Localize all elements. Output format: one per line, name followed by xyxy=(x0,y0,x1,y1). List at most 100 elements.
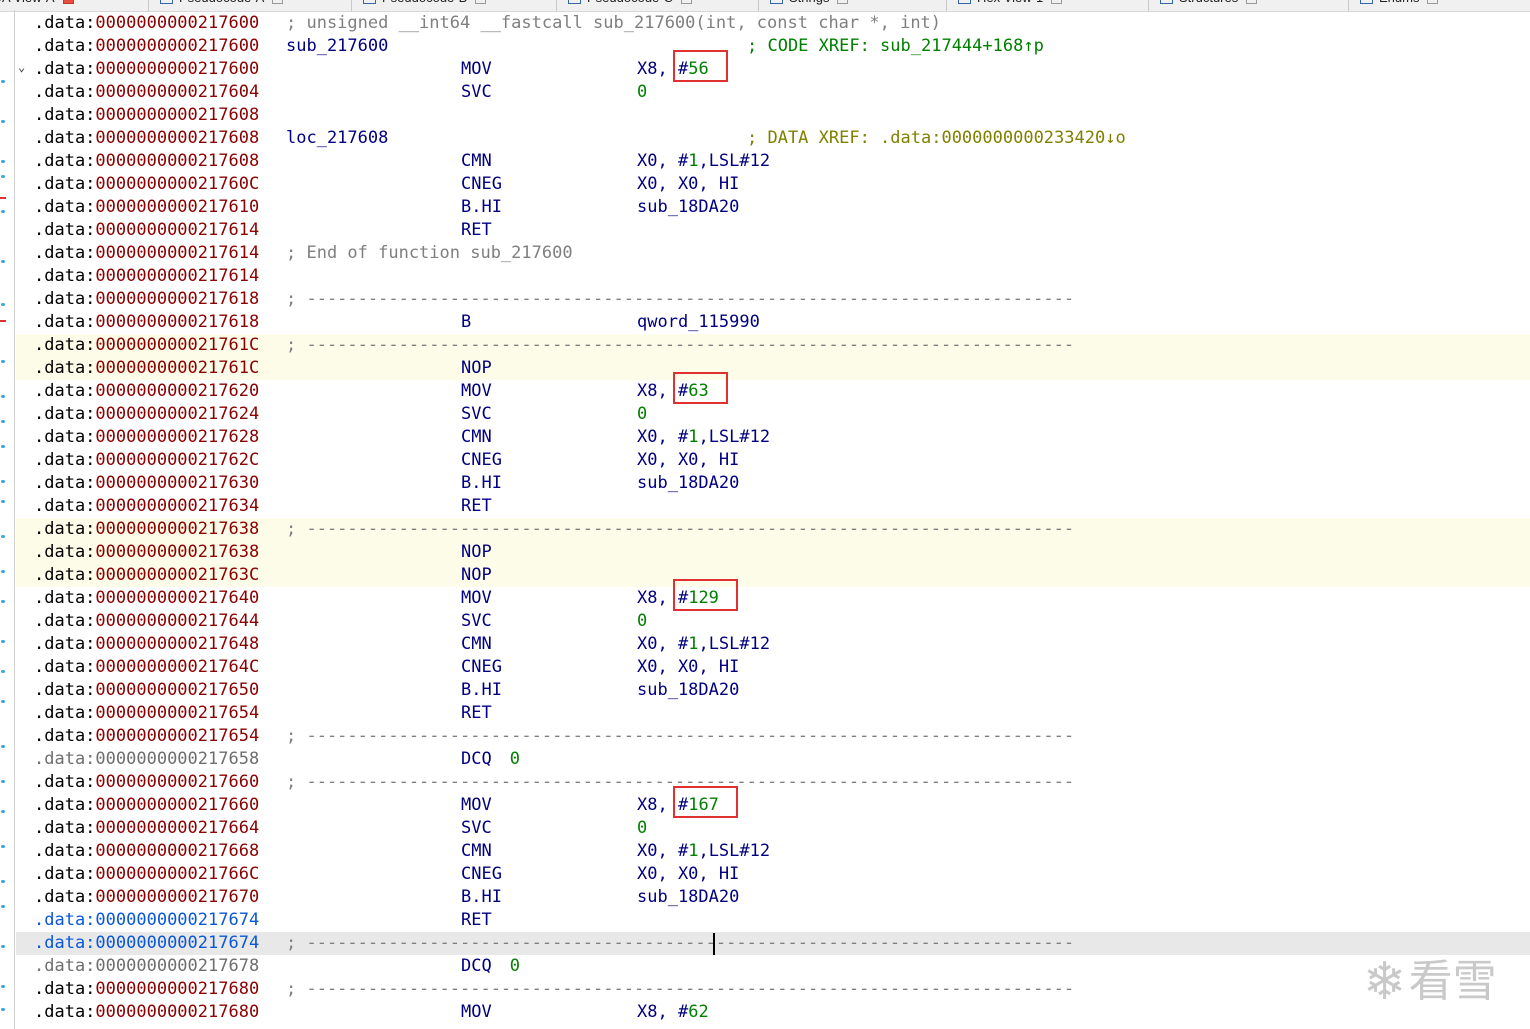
listing-row[interactable]: .data:0000000000217678 DCQ 0 xyxy=(16,955,1530,978)
flow-marker[interactable] xyxy=(1,420,5,423)
code-label[interactable]: loc_217608 xyxy=(286,127,388,150)
listing-row[interactable]: .data:0000000000217644 SVC 0 xyxy=(16,610,1530,633)
flow-marker[interactable] xyxy=(1,1008,5,1011)
flow-marker[interactable] xyxy=(1,670,5,673)
operands[interactable]: X0, #1,LSL#12 xyxy=(637,633,770,656)
tab-close-icon[interactable]: × xyxy=(1246,0,1258,5)
operands[interactable]: 0 xyxy=(637,403,647,426)
flow-marker[interactable] xyxy=(1,945,5,948)
tab-structures[interactable]: Structures × xyxy=(1160,0,1258,11)
operands[interactable]: sub_18DA20 xyxy=(637,886,739,909)
listing-row[interactable]: .data:0000000000217624 SVC 0 xyxy=(16,403,1530,426)
listing-row[interactable]: .data:0000000000217630 B.HI sub_18DA20 xyxy=(16,472,1530,495)
flow-marker[interactable] xyxy=(1,175,5,178)
listing-row[interactable]: .data:0000000000217600 MOV X8, #56 xyxy=(16,50,1530,82)
flow-marker[interactable] xyxy=(1,120,5,123)
flow-marker[interactable] xyxy=(1,303,5,306)
flow-marker[interactable] xyxy=(1,535,5,538)
code-xref-comment[interactable]: ; CODE XREF: sub_217444+168↑p xyxy=(747,35,1044,58)
flow-marker[interactable] xyxy=(1,640,5,643)
listing-row[interactable]: .data:0000000000217614 xyxy=(16,265,1530,288)
operands[interactable]: X0, #1,LSL#12 xyxy=(637,840,770,863)
listing-row[interactable]: .data:0000000000217670 B.HI sub_18DA20 xyxy=(16,886,1530,909)
tab-hex-view-1[interactable]: Hex View-1 × xyxy=(958,0,1063,11)
flow-marker[interactable] xyxy=(1,210,5,213)
flow-marker[interactable] xyxy=(1,260,5,263)
listing-row[interactable]: .data:0000000000217608 xyxy=(16,104,1530,127)
disassembly-listing[interactable]: .data:0000000000217600; unsigned __int64… xyxy=(16,12,1530,1024)
tab-close-icon[interactable]: × xyxy=(62,0,74,5)
flow-marker[interactable] xyxy=(1,395,5,398)
listing-row[interactable]: .data:0000000000217664 SVC 0 xyxy=(16,817,1530,840)
code-label[interactable]: sub_217600 xyxy=(286,35,388,58)
listing-row[interactable]: .data:0000000000217660; ----------------… xyxy=(16,771,1530,794)
flow-marker[interactable] xyxy=(1,745,5,748)
data-xref-comment[interactable]: ; DATA XREF: .data:0000000000233420↓o xyxy=(747,127,1126,150)
operands[interactable]: X0, X0, HI xyxy=(637,449,739,472)
listing-row[interactable]: .data:000000000021760C CNEG X0, X0, HI xyxy=(16,173,1530,196)
listing-row[interactable]: .data:000000000021762C CNEG X0, X0, HI xyxy=(16,449,1530,472)
operands[interactable]: X0, #1,LSL#12 xyxy=(637,150,770,173)
listing-row[interactable]: .data:0000000000217660 MOV X8, #167 xyxy=(16,786,1530,818)
listing-row[interactable]: .data:0000000000217604 SVC 0 xyxy=(16,81,1530,104)
listing-row[interactable]: .data:0000000000217618 ; ----------------… xyxy=(16,288,1530,311)
tab-close-icon[interactable]: × xyxy=(1427,0,1439,5)
listing-row[interactable]: .data:0000000000217618 Bqword_115990 xyxy=(16,311,1530,334)
flow-marker[interactable] xyxy=(1,445,5,448)
listing-row[interactable]: .data:0000000000217650 B.HI sub_18DA20 xyxy=(16,679,1530,702)
listing-row[interactable]: .data:000000000021763C NOP xyxy=(16,564,1530,587)
flow-marker[interactable] xyxy=(1,985,5,988)
listing-row[interactable]: .data:0000000000217654 ; ----------------… xyxy=(16,725,1530,748)
operands[interactable]: X0, X0, HI xyxy=(637,656,739,679)
operands[interactable]: 0 xyxy=(637,610,647,633)
operands[interactable]: 0 xyxy=(637,817,647,840)
flow-marker[interactable] xyxy=(1,500,5,503)
breakpoint-marker[interactable] xyxy=(0,197,6,199)
listing-row[interactable]: .data:0000000000217640 MOV X8, #129 xyxy=(16,579,1530,611)
operands[interactable]: X0, #1,LSL#12 xyxy=(637,426,770,449)
tab-pseudocode-c[interactable]: Pseudocode-C × xyxy=(568,0,692,11)
listing-row[interactable]: .data:0000000000217610 B.HI sub_18DA20 xyxy=(16,196,1530,219)
flow-marker[interactable] xyxy=(1,845,5,848)
operands[interactable]: 0 xyxy=(637,81,647,104)
flow-marker[interactable] xyxy=(1,905,5,908)
tab-close-icon[interactable]: × xyxy=(681,0,692,5)
tab-strings[interactable]: Strings × xyxy=(770,0,849,11)
operands[interactable]: sub_18DA20 xyxy=(637,679,739,702)
tab-pseudocode-b[interactable]: Pseudocode-B × xyxy=(363,0,487,11)
listing-row[interactable]: .data:000000000021766C CNEG X0, X0, HI xyxy=(16,863,1530,886)
listing-row[interactable]: .data:0000000000217674 ; ----------------… xyxy=(16,932,1530,955)
flow-marker[interactable] xyxy=(1,80,5,83)
listing-row[interactable]: .data:000000000021764C CNEG X0, X0, HI xyxy=(16,656,1530,679)
tab-enums[interactable]: Enums × xyxy=(1360,0,1439,11)
operands[interactable]: X0, X0, HI xyxy=(637,863,739,886)
operands[interactable]: X8, #62 xyxy=(637,1001,709,1024)
listing-row[interactable]: .data:0000000000217654 RET xyxy=(16,702,1530,725)
listing-row[interactable]: .data:0000000000217638 NOP xyxy=(16,541,1530,564)
tab-close-icon[interactable]: × xyxy=(475,0,487,5)
tab-close-icon[interactable]: × xyxy=(1051,0,1063,5)
listing-row[interactable]: .data:0000000000217620 MOV X8, #63 xyxy=(16,372,1530,404)
listing-row[interactable]: .data:0000000000217680 MOV X8, #62 xyxy=(16,1001,1530,1024)
listing-row[interactable]: .data:000000000021761C ; ----------------… xyxy=(16,334,1530,357)
listing-row[interactable]: .data:0000000000217600 sub_217600 ; CODE X… xyxy=(16,35,1530,58)
listing-row[interactable]: .data:000000000021761C NOP xyxy=(16,357,1530,380)
flow-marker[interactable] xyxy=(1,360,5,363)
operands[interactable]: 0 xyxy=(510,955,520,978)
listing-row[interactable]: .data:0000000000217680 ; ----------------… xyxy=(16,978,1530,1001)
listing-row[interactable]: .data:0000000000217634 RET xyxy=(16,495,1530,518)
listing-row[interactable]: .data:0000000000217628 CMN X0, #1,LSL#12 xyxy=(16,426,1530,449)
operands[interactable]: qword_115990 xyxy=(637,311,760,334)
breakpoint-marker[interactable] xyxy=(0,320,6,322)
flow-marker[interactable] xyxy=(1,780,5,783)
listing-row[interactable]: .data:0000000000217600 ; unsigned __int64… xyxy=(16,12,1530,35)
flow-marker[interactable] xyxy=(1,810,5,813)
listing-row[interactable]: .data:0000000000217668 CMN X0, #1,LSL#12 xyxy=(16,840,1530,863)
listing-row[interactable]: .data:0000000000217614 ; End of function … xyxy=(16,242,1530,265)
operands[interactable]: sub_18DA20 xyxy=(637,196,739,219)
flow-marker[interactable] xyxy=(1,480,5,483)
flow-marker[interactable] xyxy=(1,160,5,163)
flow-marker[interactable] xyxy=(1,570,5,573)
operands[interactable]: 0 xyxy=(510,748,520,771)
tab-close-icon[interactable]: × xyxy=(837,0,849,5)
